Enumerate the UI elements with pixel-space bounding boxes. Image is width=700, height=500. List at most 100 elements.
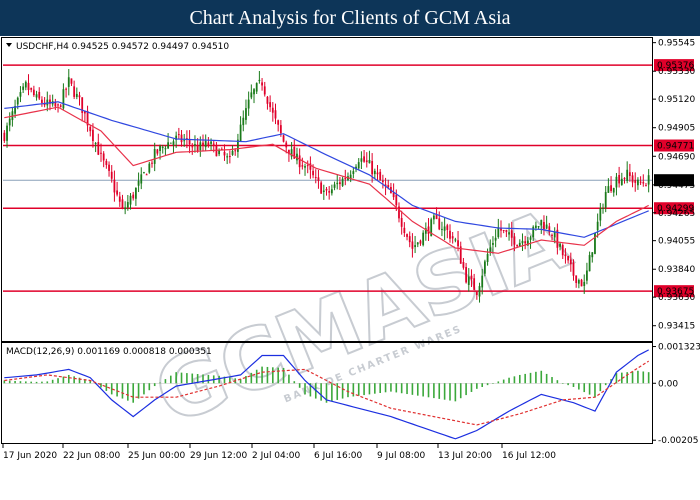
candle-body [408, 236, 411, 243]
price-tick-label: 0.93415 [658, 322, 695, 332]
candle-body [561, 244, 564, 256]
macd-histogram-bar [642, 371, 645, 384]
candle-body [586, 270, 588, 281]
macd-histogram-bar [433, 383, 435, 399]
macd-histogram-bar [169, 375, 172, 384]
candle-body [422, 232, 425, 246]
macd-histogram-bar [14, 380, 16, 384]
macd-histogram-bar [502, 379, 505, 384]
macd-histogram-bar [143, 383, 145, 395]
macd-histogram-bar [588, 383, 591, 395]
candle-body [344, 177, 347, 180]
macd-tick-label: -0.00205 [658, 436, 698, 446]
macd-histogram-bar [191, 373, 194, 384]
macd-histogram-bar [384, 383, 387, 393]
candle-body [341, 178, 344, 186]
candle-body [610, 185, 612, 192]
macd-histogram-bar [545, 373, 548, 384]
macd-histogram-bar [164, 379, 167, 384]
macd-histogram-bar [35, 381, 38, 384]
candle-body [204, 140, 207, 148]
macd-histogram-bar [443, 383, 446, 400]
candle-body [70, 78, 73, 84]
candle-body [580, 279, 583, 287]
macd-histogram-bar [390, 383, 392, 392]
candle-body [320, 182, 323, 194]
macd-histogram-bar [594, 383, 596, 398]
candle-body [449, 230, 451, 239]
candle-body [441, 228, 443, 230]
macd-histogram-bar [73, 376, 75, 384]
candle-body [521, 240, 524, 244]
candle-body [631, 175, 634, 183]
macd-histogram-bar [207, 374, 210, 384]
macd-histogram-bar [368, 383, 371, 395]
candle-body [41, 99, 43, 103]
candle-body [169, 142, 172, 144]
candle-body [510, 230, 513, 238]
candle-body [478, 286, 481, 297]
candle-body [285, 142, 288, 148]
candle-body [591, 252, 594, 258]
candle-body [543, 222, 545, 229]
candle-body [156, 149, 159, 154]
candle-body [177, 134, 180, 136]
candle-body [569, 259, 572, 265]
candle-body [312, 170, 314, 176]
candle-body [545, 224, 548, 229]
candle-body [524, 241, 527, 244]
macd-histogram-bar [105, 383, 108, 391]
macd-histogram-bar [363, 383, 365, 396]
candle-body [22, 86, 25, 90]
candle-body [245, 108, 247, 120]
candle-body [567, 255, 570, 261]
candle-body [269, 102, 272, 108]
candle-body [387, 185, 390, 188]
macd-histogram-bar [46, 381, 49, 384]
candle-body [16, 97, 19, 105]
time-tick-label: 25 Jun 00:00 [128, 451, 185, 461]
candle-body [151, 162, 153, 164]
candle-body [306, 165, 309, 167]
macd-tick-label: 0.00 [658, 379, 678, 389]
candle-body [535, 225, 537, 228]
candle-body [564, 254, 567, 257]
candle-body [145, 174, 148, 176]
candle-body [32, 89, 35, 96]
macd-histogram-bar [518, 374, 521, 384]
candle-body [282, 135, 285, 142]
candle-body [226, 156, 229, 158]
candle-body [505, 230, 508, 232]
price-tick-label: 0.94475 [658, 181, 695, 191]
candle-body [183, 140, 186, 142]
price-tick-label: 0.94690 [658, 152, 695, 162]
macd-histogram-bar [567, 383, 569, 386]
candle-body [210, 141, 212, 144]
candle-body [373, 170, 376, 175]
candle-body [486, 254, 489, 262]
candle-body [3, 132, 6, 141]
macd-histogram-bar [336, 383, 339, 400]
candle-body [328, 191, 331, 193]
candle-body [202, 142, 204, 146]
price-tick-label: 0.94055 [658, 237, 695, 247]
price-tick-label: 0.93630 [658, 293, 695, 303]
macd-histogram-bar [481, 383, 484, 387]
macd-histogram-bar [551, 377, 553, 384]
candle-body [628, 172, 631, 176]
macd-histogram-bar [465, 383, 467, 396]
candle-body [336, 182, 339, 185]
candle-body [473, 278, 476, 290]
macd-histogram-bar [127, 383, 129, 401]
macd-histogram-bar [180, 372, 183, 384]
macd-histogram-bar [449, 383, 451, 401]
macd-histogram-bar [255, 369, 258, 384]
candle-body [38, 91, 41, 99]
time-tick-label: 9 Jul 08:00 [377, 451, 426, 461]
candle-body [400, 218, 403, 227]
candle-body [457, 240, 459, 247]
price-tick-label: 0.94265 [658, 209, 695, 219]
macd-histogram-bar [411, 383, 414, 395]
macd-histogram-bar [186, 373, 188, 384]
candle-body [271, 107, 274, 113]
